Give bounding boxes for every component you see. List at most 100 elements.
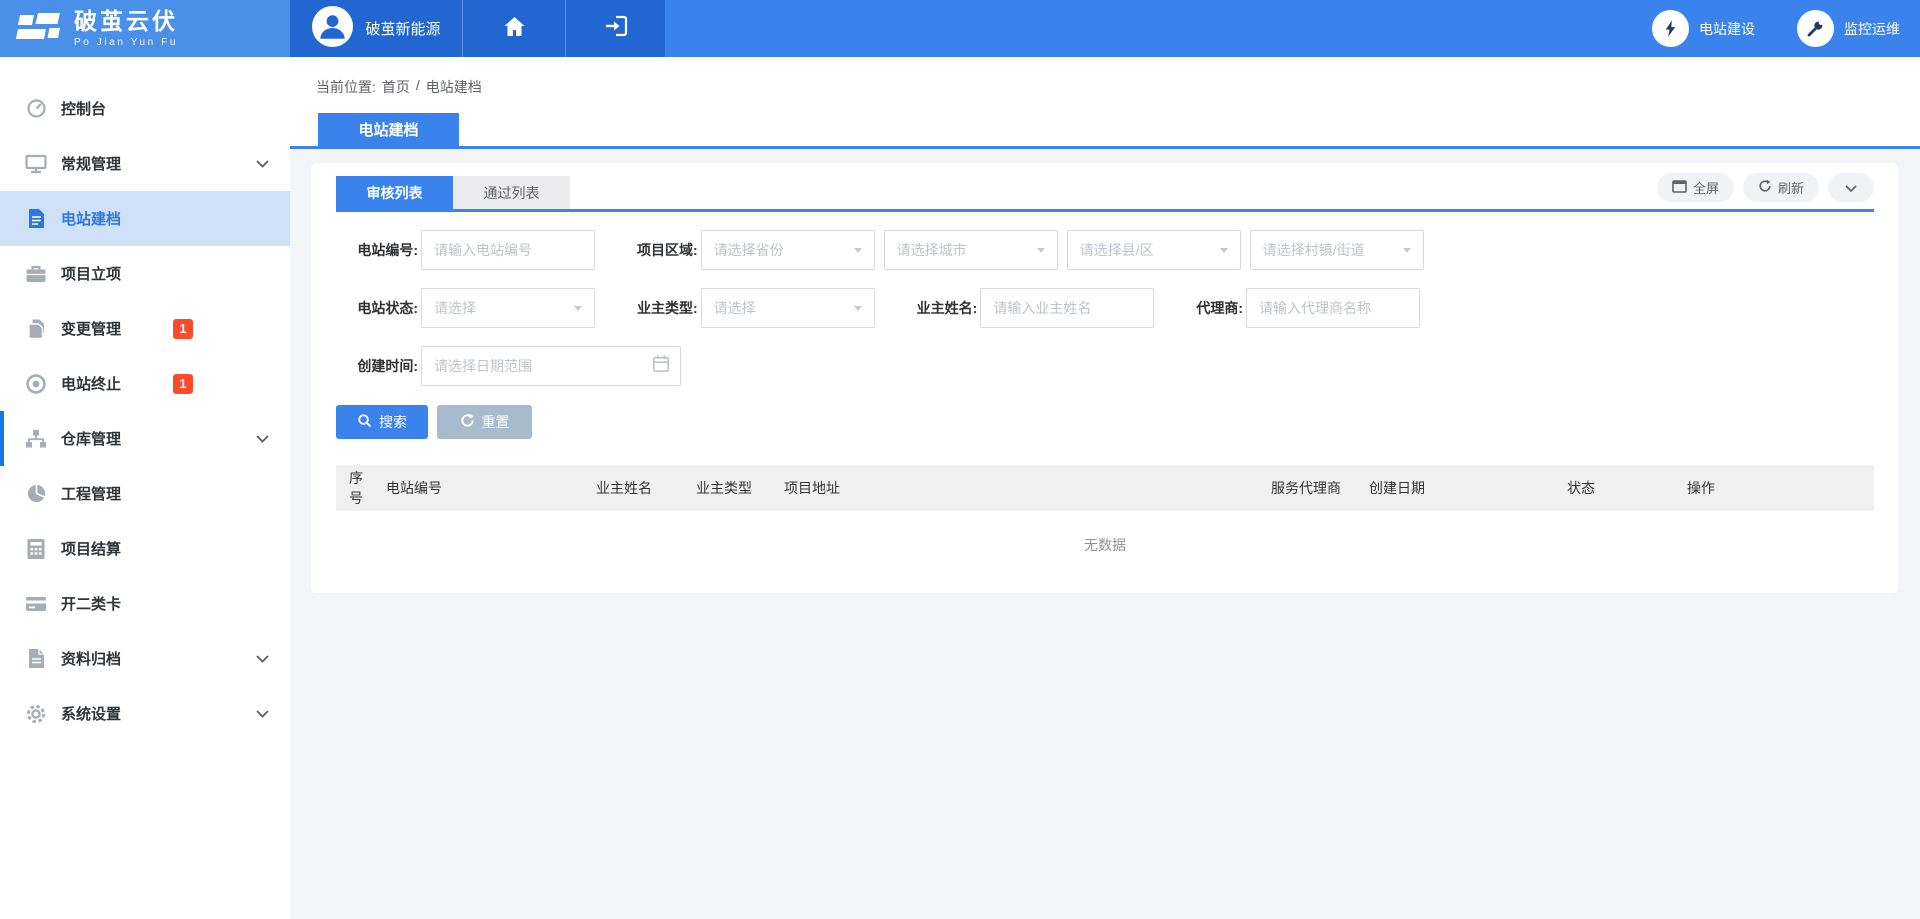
filter-field-station-no: 电站编号:	[336, 230, 595, 270]
refresh-button[interactable]: 刷新	[1743, 173, 1819, 202]
column-header-project-address: 项目地址	[778, 465, 1265, 511]
header-account[interactable]: 破茧新能源	[290, 0, 462, 57]
refresh-icon	[1758, 179, 1772, 196]
copy-icon	[25, 318, 47, 340]
fullscreen-label: 全屏	[1693, 178, 1719, 197]
region-province-select[interactable]: 请选择省份	[701, 230, 875, 270]
sidebar-item-data-archive[interactable]: 资料归档	[0, 631, 290, 686]
filter-form: 电站编号:项目区域:请选择省份请选择城市请选择县/区请选择村镇/街道电站状态:请…	[336, 230, 1874, 386]
chevron-down-icon	[256, 160, 269, 168]
sidebar-item-project-settlement[interactable]: 项目结算	[0, 521, 290, 576]
filter-field-region-town: 请选择村镇/街道	[1250, 230, 1424, 270]
select-placeholder: 请选择县/区	[1080, 240, 1154, 260]
home-button[interactable]	[462, 0, 565, 57]
home-icon	[503, 16, 526, 42]
field-label: 项目区域:	[637, 240, 698, 260]
sidebar-item-station-termination[interactable]: 电站终止1	[0, 356, 290, 411]
date-placeholder: 请选择日期范围	[434, 356, 532, 376]
chevron-down-icon	[256, 435, 269, 443]
search-button[interactable]: 搜索	[336, 405, 428, 439]
filter-row: 创建时间: 请选择日期范围	[336, 346, 1874, 386]
sidebar-item-station-archive[interactable]: 电站建档	[0, 191, 290, 246]
tab-review-list[interactable]: 审核列表	[336, 176, 453, 209]
refresh-label: 刷新	[1778, 178, 1804, 197]
search-icon	[357, 413, 372, 431]
tab-passed-list[interactable]: 通过列表	[453, 176, 570, 209]
column-header-owner-name: 业主姓名	[590, 465, 690, 511]
sidebar-item-label: 资料归档	[61, 648, 173, 669]
archive-icon	[25, 648, 47, 670]
agent-input[interactable]	[1246, 288, 1420, 328]
monitor-icon	[25, 153, 47, 175]
sidebar-item-label: 仓库管理	[61, 428, 173, 449]
calculator-icon	[25, 538, 47, 560]
sidebar-item-label: 项目结算	[61, 538, 173, 559]
column-header-create-date: 创建日期	[1363, 465, 1561, 511]
header-nav: 破茧新能源	[290, 0, 665, 57]
reset-button[interactable]: 重置	[437, 405, 532, 439]
fullscreen-button[interactable]: 全屏	[1657, 173, 1734, 202]
region-city-select[interactable]: 请选择城市	[884, 230, 1058, 270]
mode-monitoring-label: 监控运维	[1844, 19, 1900, 39]
collapse-button[interactable]	[1828, 173, 1874, 202]
column-header-index: 序号	[336, 465, 380, 511]
mode-construction-label: 电站建设	[1699, 19, 1755, 39]
column-header-station-no: 电站编号	[380, 465, 590, 511]
briefcase-icon	[25, 263, 47, 285]
chevron-down-icon	[256, 710, 269, 718]
caret-down-icon	[854, 306, 862, 311]
header-right: 电站建设 监控运维	[665, 0, 1920, 57]
calendar-icon	[652, 354, 670, 378]
column-header-actions: 操作	[1681, 465, 1874, 511]
station-no-input[interactable]	[421, 230, 595, 270]
mode-monitoring[interactable]: 监控运维	[1797, 10, 1900, 47]
sidebar-item-engineering-management[interactable]: 工程管理	[0, 466, 290, 521]
filter-field-owner-name: 业主姓名:	[917, 288, 1155, 328]
page-tab[interactable]: 电站建档	[318, 113, 459, 146]
mode-construction[interactable]: 电站建设	[1652, 10, 1755, 47]
search-button-label: 搜索	[379, 412, 407, 432]
sidebar-item-project-initiation[interactable]: 项目立项	[0, 246, 290, 301]
select-placeholder: 请选择村镇/街道	[1263, 240, 1365, 260]
field-label: 电站编号:	[336, 240, 418, 260]
panel-tabbar: 审核列表通过列表 全屏	[336, 163, 1874, 212]
dashboard-icon	[25, 98, 47, 120]
logo-mark-icon	[16, 8, 62, 49]
region-town-select[interactable]: 请选择村镇/街道	[1250, 230, 1424, 270]
filter-field-create-time: 创建时间: 请选择日期范围	[336, 346, 681, 386]
sidebar-item-label: 变更管理	[61, 318, 173, 339]
sidebar-item-change-management[interactable]: 变更管理1	[0, 301, 290, 356]
content-panel: 审核列表通过列表 全屏	[311, 163, 1898, 593]
results-table: 序号电站编号业主姓名业主类型项目地址服务代理商创建日期状态操作	[336, 465, 1874, 511]
caret-down-icon	[1403, 248, 1411, 253]
field-label: 业主类型:	[637, 298, 698, 318]
app-logo: 破茧云伏 Po Jian Yun Fu	[0, 0, 290, 57]
caret-down-icon	[854, 248, 862, 253]
logo-subtitle: Po Jian Yun Fu	[74, 37, 178, 48]
create-time-date-input[interactable]: 请选择日期范围	[421, 346, 681, 386]
breadcrumb-home[interactable]: 首页	[382, 77, 410, 97]
filter-field-agent: 代理商:	[1196, 288, 1420, 328]
logout-button[interactable]	[565, 0, 665, 57]
field-label: 创建时间:	[336, 356, 418, 376]
sidebar-item-warehouse-management[interactable]: 仓库管理	[0, 411, 290, 466]
station-status-select[interactable]: 请选择	[421, 288, 595, 328]
sidebar-item-console[interactable]: 控制台	[0, 81, 290, 136]
select-placeholder: 请选择省份	[714, 240, 784, 260]
sidebar-item-class2-card[interactable]: 开二类卡	[0, 576, 290, 631]
region-county-select[interactable]: 请选择县/区	[1067, 230, 1241, 270]
owner-type-select[interactable]: 请选择	[701, 288, 875, 328]
gear-icon	[25, 703, 47, 725]
field-label: 电站状态:	[336, 298, 418, 318]
sidebar-item-system-settings[interactable]: 系统设置	[0, 686, 290, 741]
owner-name-input[interactable]	[980, 288, 1154, 328]
notification-badge: 1	[173, 374, 193, 394]
panel-actions: 全屏 刷新	[1657, 173, 1874, 202]
filter-row: 电站编号: 项目区域: 请选择省份 请选择城市 请选择县/区 请选择村镇/街道	[336, 230, 1874, 270]
empty-state: 无数据	[336, 511, 1874, 565]
notification-badge: 1	[173, 319, 193, 339]
card-icon	[25, 593, 47, 615]
user-avatar-icon	[311, 5, 354, 52]
field-label: 代理商:	[1196, 298, 1243, 318]
sidebar-item-general-management[interactable]: 常规管理	[0, 136, 290, 191]
